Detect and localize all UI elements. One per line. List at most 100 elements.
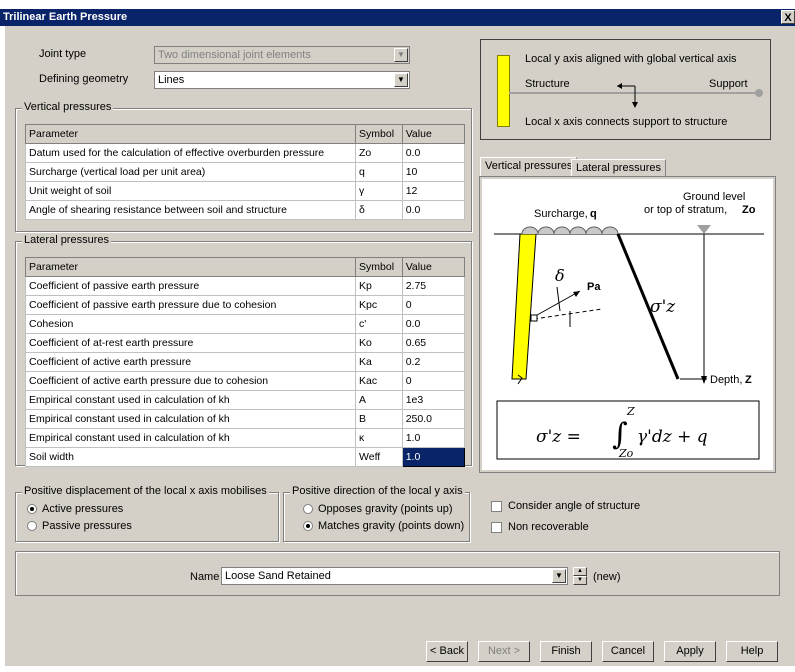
tab-lateral-pressures[interactable]: Lateral pressures	[571, 159, 666, 177]
symbol-cell: Ko	[355, 333, 403, 353]
header-value: Value	[401, 257, 466, 277]
depth-z-label: Z	[745, 374, 752, 386]
delta-label: δ	[555, 266, 565, 285]
value-cell[interactable]: 2.75	[401, 276, 466, 296]
symbol-cell: κ	[355, 428, 403, 448]
radio-indicator[interactable]	[303, 504, 313, 515]
new-label: (new)	[593, 571, 621, 583]
header-parameter: Parameter	[24, 124, 357, 144]
displacement-title: Positive displacement of the local x axi…	[22, 485, 269, 497]
finish-button[interactable]: Finish	[540, 641, 592, 662]
value-cell[interactable]: 0.0	[401, 143, 466, 163]
table-row: Coefficient of passive earth pressure Kp 2…	[24, 276, 466, 296]
value-cell[interactable]: 0.65	[401, 333, 466, 353]
value-cell[interactable]: 1e3	[401, 390, 466, 410]
table-row: Coefficient of active earth pressure Ka 0.…	[24, 352, 466, 372]
value-cell[interactable]: 10	[401, 162, 466, 182]
value-cell[interactable]: 0.0	[401, 314, 466, 334]
defining-geometry-combo[interactable]: Lines ▼	[154, 71, 410, 89]
param-cell: Coefficient of passive earth pressure	[24, 276, 357, 296]
lateral-pressures-title: Lateral pressures	[22, 234, 111, 246]
apply-button[interactable]: Apply	[664, 641, 716, 662]
param-cell: Coefficient of active earth pressure due…	[24, 371, 357, 391]
param-cell: Coefficient of active earth pressure	[24, 352, 357, 372]
vertical-pressures-title: Vertical pressures	[22, 101, 114, 113]
chevron-down-icon[interactable]: ▼	[394, 73, 408, 87]
cancel-button[interactable]: Cancel	[602, 641, 654, 662]
table-row: Coefficient of passive earth pressure du…	[24, 295, 466, 315]
close-icon[interactable]: X	[781, 10, 795, 24]
param-cell: Surcharge (vertical load per unit area)	[24, 162, 357, 182]
param-cell: Datum used for the calculation of effect…	[24, 143, 357, 163]
axis-line2: Local x axis connects support to structu…	[525, 116, 728, 128]
table-row: Angle of shearing resistance between soi…	[24, 200, 466, 220]
axis-support-label: Support	[709, 78, 748, 90]
next-button[interactable]: Next >	[478, 641, 530, 662]
checkbox-box[interactable]	[491, 521, 502, 533]
name-combo[interactable]: Loose Sand Retained ▼	[221, 567, 568, 585]
axis-line1: Local y axis aligned with global vertica…	[525, 53, 737, 65]
param-cell: Empirical constant used in calculation o…	[24, 409, 357, 429]
table-row: Coefficient of at-rest earth pressure Ko 0…	[24, 333, 466, 353]
value-cell[interactable]: 1.0	[401, 428, 466, 448]
radio-label: Opposes gravity (points up)	[318, 503, 453, 515]
pa-label: Pa	[587, 281, 601, 293]
axis-structure-label: Structure	[525, 78, 572, 90]
defining-geometry-label: Defining geometry	[39, 73, 129, 85]
support-dot	[755, 89, 763, 97]
value-cell[interactable]: 0	[401, 371, 466, 391]
name-spinner[interactable]: ▲ ▼	[573, 567, 587, 585]
help-button[interactable]: Help	[726, 641, 778, 662]
joint-type-combo: Two dimensional joint elements ▼	[154, 46, 410, 64]
consider-angle-checkbox[interactable]: Consider angle of structure	[491, 500, 640, 512]
value-cell[interactable]: 0.2	[401, 352, 466, 372]
symbol-cell: B	[355, 409, 403, 429]
radio-indicator[interactable]	[27, 521, 37, 532]
radio-label: Active pressures	[42, 503, 124, 515]
defining-geometry-value: Lines	[158, 74, 185, 86]
checkbox-label: Consider angle of structure	[508, 500, 641, 512]
table-row: Soil width Weff 1.0	[24, 447, 466, 467]
table-row: Surcharge (vertical load per unit area) q…	[24, 162, 466, 182]
radio-passive-pressures[interactable]: Passive pressures	[27, 520, 132, 532]
radio-opposes-gravity[interactable]: Opposes gravity (points up)	[303, 503, 453, 515]
structure-block	[497, 55, 510, 127]
name-value: Loose Sand Retained	[225, 570, 331, 582]
axis-arrows-icon	[617, 83, 638, 108]
table-row: Coefficient of active earth pressure due…	[24, 371, 466, 391]
radio-active-pressures[interactable]: Active pressures	[27, 503, 123, 515]
checkbox-box[interactable]	[491, 500, 502, 512]
header-symbol: Symbol	[355, 124, 403, 144]
value-cell-selected[interactable]: 1.0	[401, 447, 466, 467]
value-cell[interactable]: 250.0	[401, 409, 466, 429]
window-title: Trilinear Earth Pressure	[3, 11, 128, 23]
checkbox-label: Non recoverable	[508, 521, 589, 533]
table-header: Parameter Symbol Value	[24, 257, 466, 277]
name-label: Name	[190, 571, 220, 583]
symbol-cell: δ	[355, 200, 403, 220]
value-cell[interactable]: 0.0	[401, 200, 466, 220]
value-cell[interactable]: 12	[401, 181, 466, 201]
formula-integrand: γ'dz + q	[637, 427, 708, 447]
param-cell: Coefficient of at-rest earth pressure	[24, 333, 357, 353]
non-recoverable-checkbox[interactable]: Non recoverable	[491, 521, 589, 533]
direction-group: Positive direction of the local y axis	[283, 485, 470, 542]
table-row: Empirical constant used in calculation o…	[24, 428, 466, 448]
spin-up-icon[interactable]: ▲	[573, 567, 587, 576]
zo-label: Zo	[742, 204, 756, 216]
radio-indicator[interactable]	[27, 504, 37, 515]
title-bar: Trilinear Earth Pressure X	[0, 9, 795, 26]
spin-down-icon[interactable]: ▼	[573, 576, 587, 585]
radio-matches-gravity[interactable]: Matches gravity (points down)	[303, 520, 464, 532]
surcharge-label: Surcharge,	[534, 208, 588, 220]
axis-info-panel: Local y axis aligned with global vertica…	[480, 39, 771, 140]
tab-vertical-pressures[interactable]: Vertical pressures	[480, 157, 578, 177]
value-cell[interactable]: 0	[401, 295, 466, 315]
radio-indicator[interactable]	[303, 521, 313, 532]
symbol-cell: A	[355, 390, 403, 410]
chevron-down-icon: ▼	[394, 48, 408, 62]
param-cell: Empirical constant used in calculation o…	[24, 428, 357, 448]
chevron-down-icon[interactable]: ▼	[552, 569, 566, 583]
integral-upper: Z	[627, 405, 635, 418]
back-button[interactable]: < Back	[426, 641, 468, 662]
